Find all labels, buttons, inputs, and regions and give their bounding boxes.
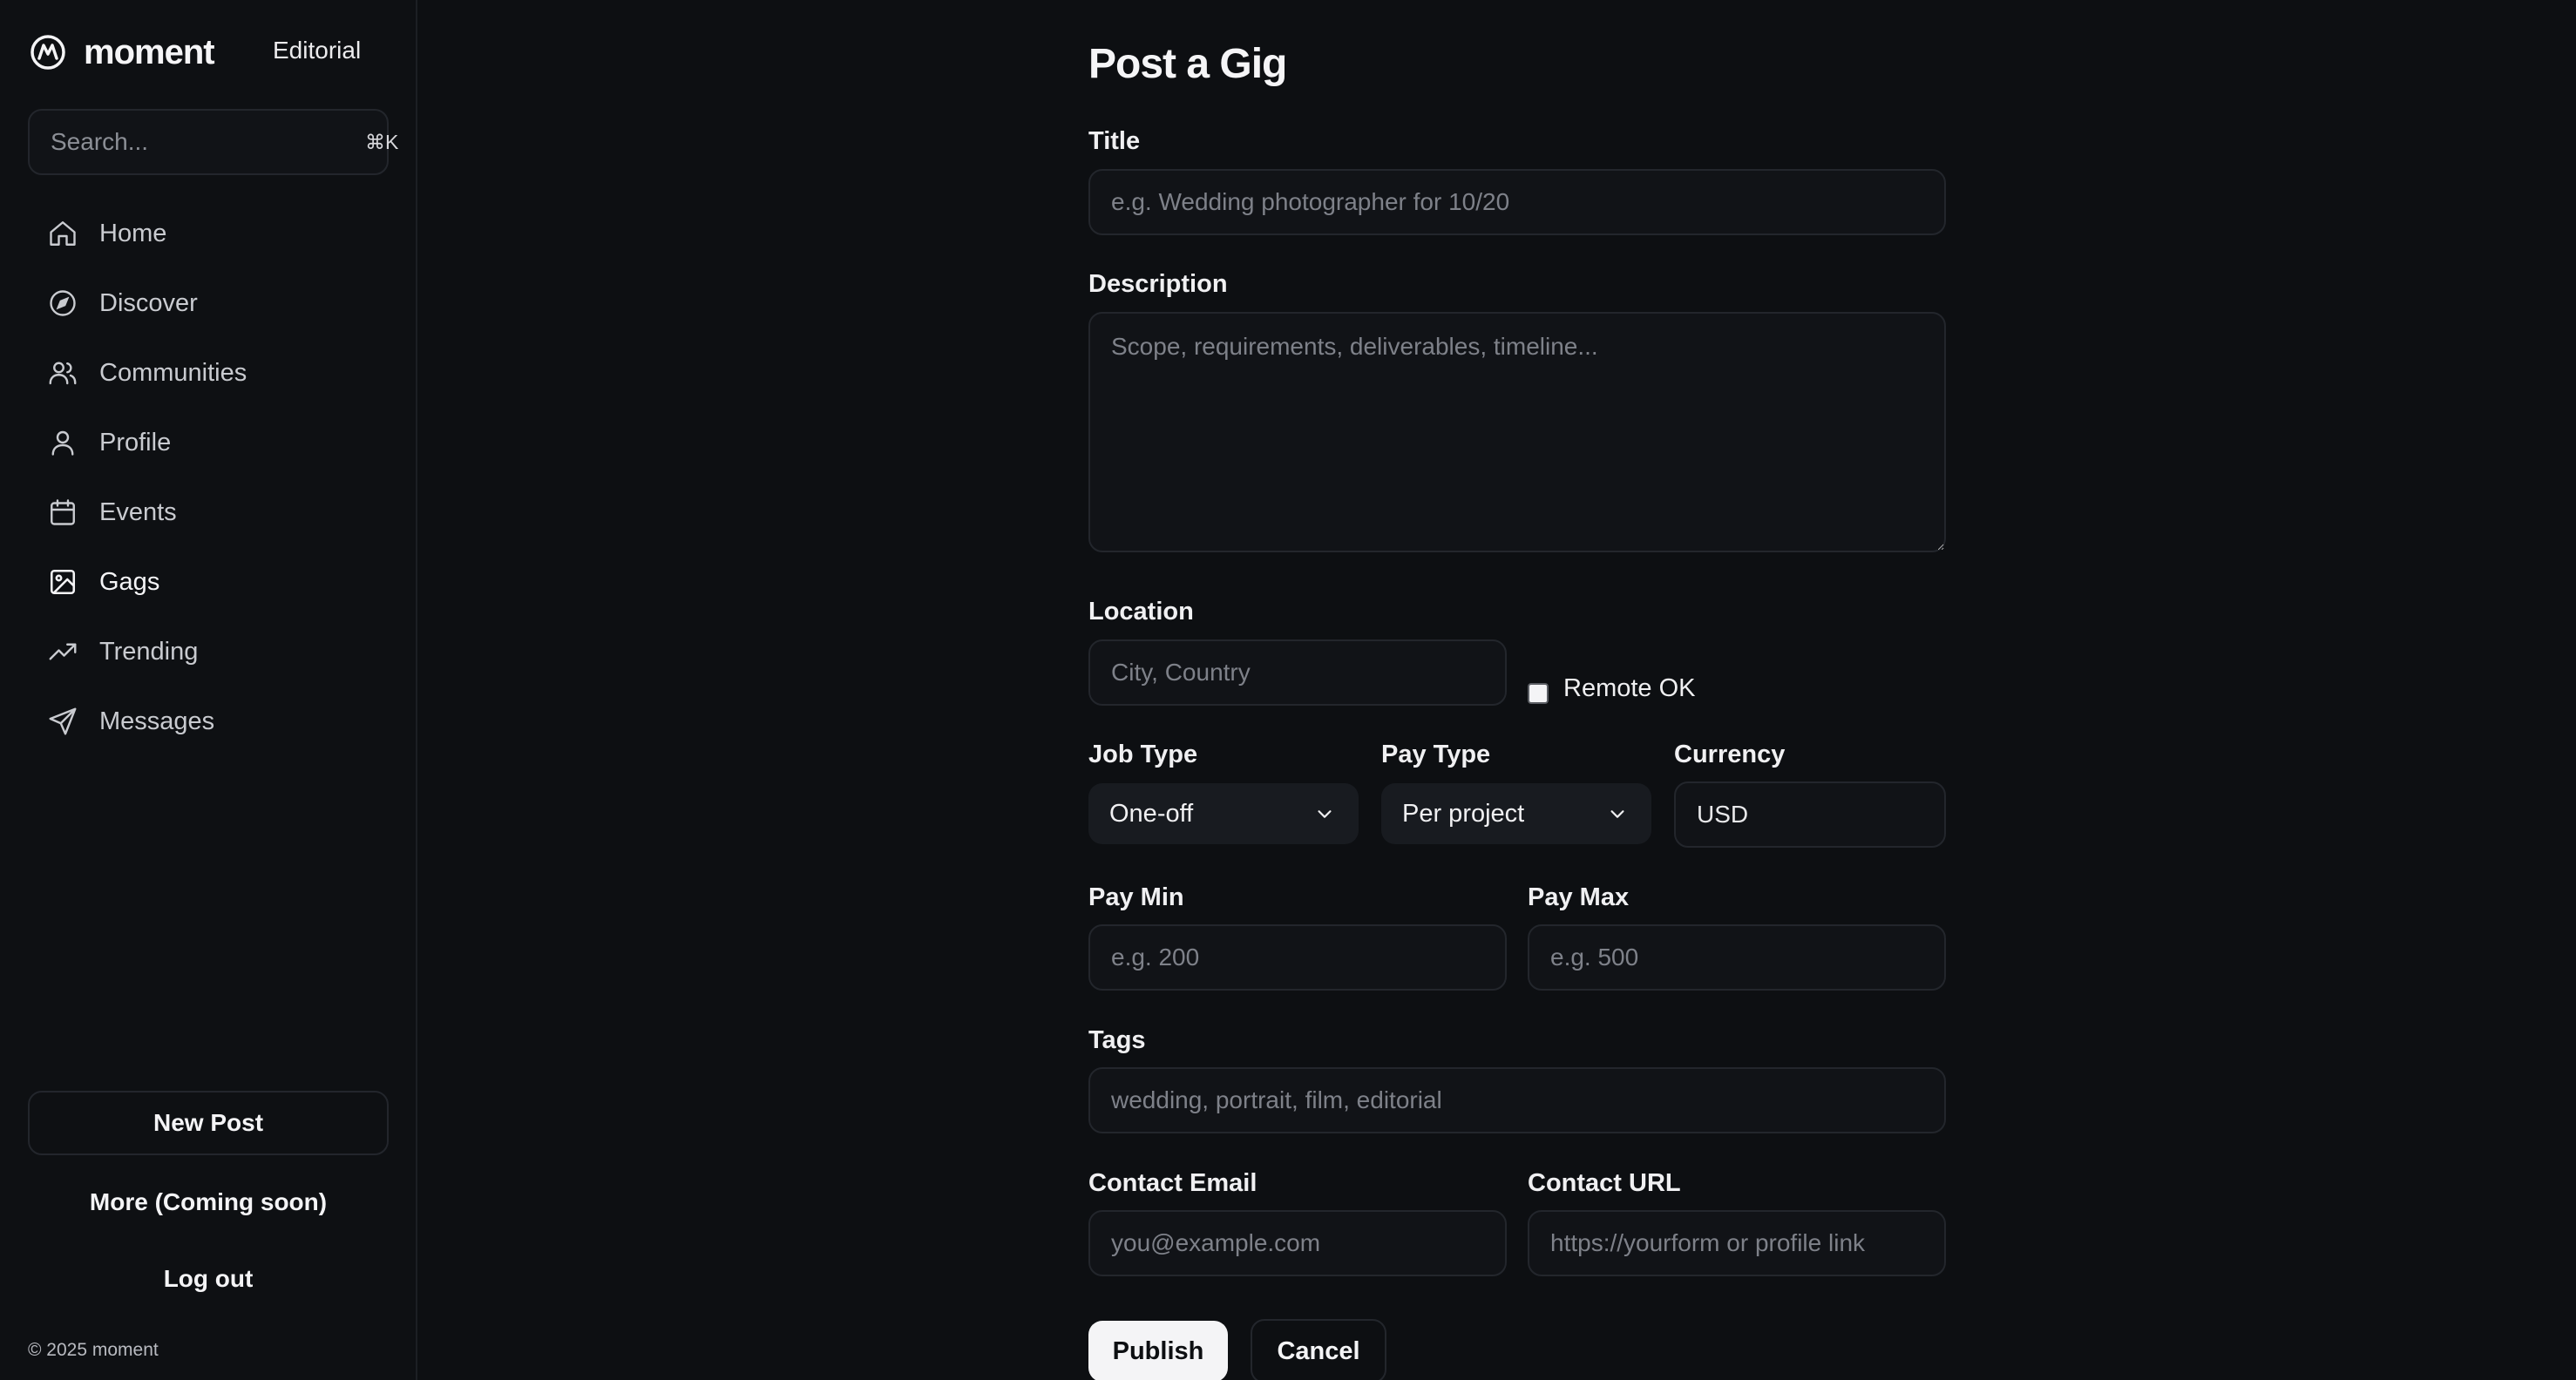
sidebar-item-messages[interactable]: Messages <box>28 687 389 756</box>
pay-max-input[interactable] <box>1528 924 1946 991</box>
pay-type-select[interactable]: Per project <box>1381 783 1651 844</box>
image-icon <box>47 566 78 598</box>
new-post-button[interactable]: New Post <box>28 1091 389 1155</box>
pay-type-label: Pay Type <box>1381 741 1491 768</box>
moment-logo-icon <box>31 35 65 70</box>
user-icon <box>47 427 78 458</box>
search-input[interactable] <box>51 128 365 156</box>
location-label: Location <box>1088 598 1194 626</box>
sidebar-item-trending[interactable]: Trending <box>28 617 389 687</box>
sidebar-item-communities[interactable]: Communities <box>28 338 389 408</box>
description-textarea[interactable] <box>1088 312 1946 552</box>
remote-ok-checkbox[interactable] <box>1528 683 1549 704</box>
tags-label: Tags <box>1088 1026 1146 1054</box>
job-type-value: One-off <box>1109 799 1194 828</box>
contact-url-input[interactable] <box>1528 1210 1946 1276</box>
sidebar-item-home[interactable]: Home <box>28 199 389 268</box>
tags-input[interactable] <box>1088 1067 1946 1133</box>
sidebar-item-label: Home <box>99 219 167 247</box>
sidebar-item-gags[interactable]: Gags <box>28 547 389 617</box>
pay-type-value: Per project <box>1402 799 1525 828</box>
currency-label: Currency <box>1674 741 1786 768</box>
remote-ok-label: Remote OK <box>1563 674 1696 702</box>
contact-email-label: Contact Email <box>1088 1169 1257 1197</box>
chevron-down-icon <box>1610 810 1624 818</box>
sidebar-item-label: Messages <box>99 707 215 735</box>
trending-icon <box>47 636 78 667</box>
sidebar-item-label: Events <box>99 497 177 526</box>
description-label: Description <box>1088 270 1228 298</box>
users-icon <box>47 357 78 389</box>
pay-min-label: Pay Min <box>1088 883 1184 911</box>
location-input[interactable] <box>1088 639 1507 706</box>
more-link[interactable]: More (Coming soon) <box>28 1176 389 1228</box>
brand-name: moment <box>84 32 215 71</box>
sidebar-item-events[interactable]: Events <box>28 477 389 547</box>
job-type-select[interactable]: One-off <box>1088 783 1359 844</box>
contact-email-input[interactable] <box>1088 1210 1507 1276</box>
search-shortcut: ⌘K <box>365 130 399 153</box>
sidebar: moment Editorial ⌘K Home Discover Commun… <box>0 0 417 1380</box>
home-icon <box>47 218 78 249</box>
brand-link[interactable]: moment <box>30 31 215 73</box>
sidebar-item-label: Communities <box>99 358 247 387</box>
compass-icon <box>47 288 78 319</box>
page-title: Post a Gig <box>1088 41 1287 87</box>
chevron-down-icon <box>1318 810 1332 818</box>
sidebar-item-label: Discover <box>99 288 198 317</box>
sidebar-nav: Home Discover Communities Profile Events <box>28 199 389 756</box>
sidebar-item-discover[interactable]: Discover <box>28 268 389 338</box>
contact-url-label: Contact URL <box>1528 1169 1681 1197</box>
send-icon <box>47 706 78 737</box>
job-type-label: Job Type <box>1088 741 1198 768</box>
pay-max-label: Pay Max <box>1528 883 1630 911</box>
brand-subtitle: Editorial <box>273 37 362 64</box>
sidebar-item-label: Profile <box>99 428 172 457</box>
publish-button[interactable]: Publish <box>1088 1321 1228 1380</box>
calendar-icon <box>47 497 78 528</box>
search-box: ⌘K <box>28 109 398 175</box>
cancel-button[interactable]: Cancel <box>1251 1319 1386 1380</box>
sidebar-item-label: Gags <box>99 567 160 596</box>
title-label: Title <box>1088 127 1141 155</box>
pay-min-input[interactable] <box>1088 924 1507 991</box>
currency-input[interactable] <box>1674 781 1946 848</box>
title-input[interactable] <box>1088 169 1946 235</box>
copyright: © 2025 moment <box>28 1340 159 1360</box>
sidebar-item-label: Trending <box>99 637 199 666</box>
sidebar-item-profile[interactable]: Profile <box>28 408 389 477</box>
logout-link[interactable]: Log out <box>28 1253 389 1305</box>
